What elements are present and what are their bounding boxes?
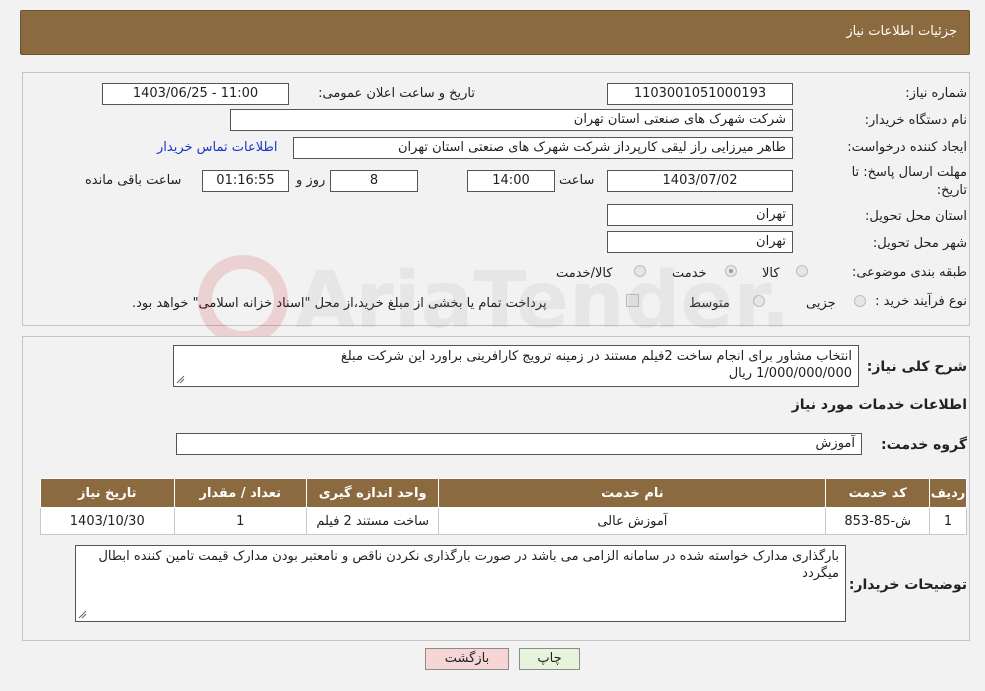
- category-option-goods: کالا: [762, 266, 780, 281]
- col-header-code: کد خدمت: [825, 478, 931, 508]
- cell-qty: 1: [173, 507, 307, 535]
- buyer-field: شرکت شهرک های صنعتی استان تهران: [230, 109, 793, 131]
- category-option-goods-service: کالا/خدمت: [556, 266, 613, 281]
- remaining-days-field: 8: [330, 170, 418, 192]
- purchase-radio-medium[interactable]: [753, 295, 765, 307]
- announce-date-field: 1403/06/25 - 11:00: [102, 83, 289, 105]
- services-section-title: اطلاعات خدمات مورد نیاز: [791, 397, 967, 413]
- cell-code: ش-85-853: [825, 507, 931, 535]
- cell-unit: ساخت مستند 2 فیلم: [305, 507, 440, 535]
- deadline-time-label: ساعت: [559, 173, 595, 188]
- purchase-option-medium: متوسط: [689, 296, 730, 311]
- service-group-field: آموزش: [176, 433, 862, 455]
- announce-date-label: تاریخ و ساعت اعلان عمومی:: [318, 86, 475, 101]
- col-header-row: ردیف: [929, 478, 967, 508]
- buyer-notes-label: توضیحات خریدار:: [848, 577, 967, 593]
- province-label: استان محل تحویل:: [865, 209, 967, 224]
- cell-row: 1: [929, 507, 967, 535]
- need-number-field: 1103001051000193: [607, 83, 793, 105]
- page-title: جزئیات اطلاعات نیاز: [846, 24, 957, 39]
- category-option-service: خدمت: [672, 266, 707, 281]
- category-radio-goods-service[interactable]: [634, 265, 646, 277]
- remaining-time-field: 01:16:55: [202, 170, 289, 192]
- category-radio-goods[interactable]: [796, 265, 808, 277]
- category-label: طبقه بندی موضوعی:: [851, 265, 967, 280]
- buyer-notes-textarea[interactable]: بارگذاری مدارک خواسته شده در سامانه الزا…: [75, 545, 846, 622]
- deadline-label: مهلت ارسال پاسخ: تا: [851, 165, 967, 180]
- resize-handle-icon[interactable]: [78, 610, 87, 619]
- deadline-date-label: تاریخ:: [936, 183, 967, 198]
- buyer-label: نام دستگاه خریدار:: [864, 113, 967, 128]
- purchase-option-minor: جزیی: [806, 296, 836, 311]
- table-header-row: ردیف کد خدمت نام خدمت واحد اندازه گیری ت…: [40, 478, 967, 508]
- description-label: شرح کلی نیاز:: [866, 359, 967, 375]
- city-field: تهران: [607, 231, 793, 253]
- description-textarea[interactable]: انتخاب مشاور برای انجام ساخت 2فیلم مستند…: [173, 345, 859, 387]
- col-header-name: نام خدمت: [438, 478, 827, 508]
- resize-handle-icon[interactable]: [176, 375, 185, 384]
- cell-date: 1403/10/30: [40, 507, 175, 535]
- purchase-type-label: نوع فرآیند خرید :: [875, 294, 967, 309]
- city-label: شهر محل تحویل:: [872, 236, 967, 251]
- creator-field: طاهر میرزایی راز لیقی کارپرداز شرکت شهرک…: [293, 137, 793, 159]
- services-table: ردیف کد خدمت نام خدمت واحد اندازه گیری ت…: [40, 478, 967, 535]
- page-header: جزئیات اطلاعات نیاز: [20, 10, 970, 55]
- buyer-notes-text: بارگذاری مدارک خواسته شده در سامانه الزا…: [98, 549, 839, 581]
- category-radio-service[interactable]: [725, 265, 737, 277]
- cell-name: آموزش عالی: [438, 507, 827, 535]
- table-row: 1 ش-85-853 آموزش عالی ساخت مستند 2 فیلم …: [40, 507, 967, 535]
- description-line-2: 1/000/000/000 ریال: [728, 366, 852, 381]
- days-label: روز و: [296, 173, 326, 188]
- need-number-label: شماره نیاز:: [905, 86, 967, 101]
- buyer-contact-link[interactable]: اطلاعات تماس خریدار: [157, 140, 277, 155]
- creator-label: ایجاد کننده درخواست:: [847, 140, 967, 155]
- back-button[interactable]: بازگشت: [425, 648, 509, 670]
- treasury-note: پرداخت تمام یا بخشی از مبلغ خرید،از محل …: [132, 296, 547, 311]
- deadline-date-field: 1403/07/02: [607, 170, 793, 192]
- print-button[interactable]: چاپ: [519, 648, 580, 670]
- service-group-label: گروه خدمت:: [881, 437, 967, 453]
- col-header-unit: واحد اندازه گیری: [305, 478, 440, 508]
- province-field: تهران: [607, 204, 793, 226]
- description-line-1: انتخاب مشاور برای انجام ساخت 2فیلم مستند…: [340, 349, 852, 364]
- remaining-time-label: ساعت باقی مانده: [85, 173, 182, 188]
- purchase-radio-minor[interactable]: [854, 295, 866, 307]
- treasury-checkbox[interactable]: [626, 294, 639, 307]
- col-header-date: تاریخ نیاز: [40, 478, 175, 508]
- deadline-time-field: 14:00: [467, 170, 555, 192]
- col-header-qty: تعداد / مقدار: [173, 478, 307, 508]
